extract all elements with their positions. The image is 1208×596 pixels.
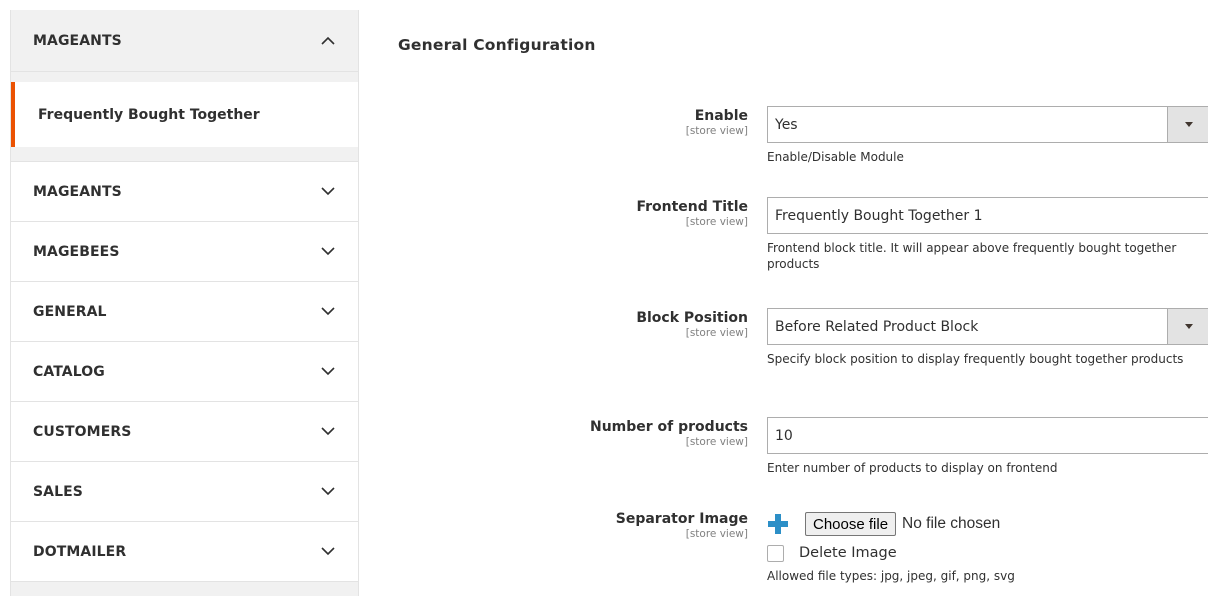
tab-sales[interactable]: SALES	[11, 462, 358, 522]
tab-label: DOTMAILER	[33, 543, 127, 560]
field-note: Enter number of products to display on f…	[767, 461, 1058, 475]
tab-label: MAGEANTS	[33, 183, 122, 200]
delete-image-option: Delete Image	[767, 543, 1208, 563]
chevron-down-icon	[320, 364, 336, 380]
field-note: Enable/Disable Module	[767, 150, 904, 164]
tab-mageants[interactable]: MAGEANTS	[11, 162, 358, 222]
tab-dotmailer[interactable]: DOTMAILER	[11, 522, 358, 582]
file-status: No file chosen	[902, 515, 1001, 532]
field-control: Yes Enable/Disable Module	[767, 106, 1208, 165]
field-scope: [store view]	[685, 125, 748, 137]
chevron-up-icon	[320, 33, 336, 49]
tab-mageants-items: Frequently Bought Together	[11, 72, 358, 162]
plus-icon	[767, 513, 789, 535]
field-note: Allowed file types: jpg, jpeg, gif, png,…	[767, 569, 1015, 583]
sidebar-item-frequently-bought-together[interactable]: Frequently Bought Together	[11, 82, 358, 147]
chevron-down-icon	[320, 304, 336, 320]
field-scope: [store view]	[685, 436, 748, 448]
field-label-group: Enable [store view]	[686, 108, 748, 137]
chevron-down-icon	[320, 244, 336, 260]
select-value: Before Related Product Block	[775, 318, 979, 335]
chevron-down-icon	[320, 184, 336, 200]
field-scope: [store view]	[685, 327, 748, 339]
chevron-down-icon	[320, 424, 336, 440]
section-title[interactable]: General Configuration	[398, 36, 596, 54]
field-label: Number of products	[589, 419, 748, 435]
field-scope: [store view]	[685, 528, 748, 540]
config-sidebar: MAGEANTS Frequently Bought Together MAGE…	[10, 10, 359, 596]
tab-label: MAGEBEES	[33, 243, 120, 260]
enable-select[interactable]: Yes	[767, 106, 1208, 143]
field-label-group: Frontend Title [store view]	[636, 199, 748, 228]
select-value: Yes	[775, 116, 798, 133]
chevron-down-icon	[320, 544, 336, 560]
block-position-select[interactable]: Before Related Product Block	[767, 308, 1208, 345]
tab-customers[interactable]: CUSTOMERS	[11, 402, 358, 462]
field-scope: [store view]	[685, 216, 748, 228]
field-control: Frequently Bought Together 1 Frontend bl…	[767, 197, 1208, 272]
field-control: 10 Enter number of products to display o…	[767, 417, 1208, 476]
field-control: Choose file No file chosen Delete Image …	[767, 511, 1208, 584]
number-of-products-input[interactable]: 10	[767, 417, 1208, 454]
tab-mageants-open[interactable]: MAGEANTS	[11, 10, 358, 72]
tab-catalog[interactable]: CATALOG	[11, 342, 358, 402]
field-note: Specify block position to display freque…	[767, 352, 1184, 366]
field-label: Separator Image	[615, 511, 748, 527]
field-label-group: Number of products [store view]	[590, 419, 748, 448]
tab-label: GENERAL	[33, 303, 107, 320]
field-control: Before Related Product Block Specify blo…	[767, 308, 1208, 367]
choose-file-button[interactable]: Choose file	[805, 512, 897, 536]
field-note: Frontend block title. It will appear abo…	[767, 241, 1177, 271]
field-label: Block Position	[636, 310, 748, 326]
delete-image-checkbox[interactable]	[767, 544, 784, 562]
field-label: Frontend Title	[636, 199, 748, 215]
delete-image-label[interactable]: Delete Image	[799, 545, 897, 561]
frontend-title-input[interactable]: Frequently Bought Together 1	[767, 197, 1208, 234]
tab-magebees[interactable]: MAGEBEES	[11, 222, 358, 282]
field-label-group: Separator Image [store view]	[616, 511, 748, 540]
chevron-down-icon	[320, 484, 336, 500]
tab-label: CUSTOMERS	[33, 423, 132, 440]
field-label: Enable	[694, 108, 748, 124]
tab-general[interactable]: GENERAL	[11, 282, 358, 342]
sidebar-item-label: Frequently Bought Together	[38, 106, 260, 123]
dropdown-arrow-icon	[1167, 309, 1208, 344]
tab-label: SALES	[33, 483, 83, 500]
tab-label: MAGEANTS	[33, 32, 122, 49]
field-label-group: Block Position [store view]	[636, 310, 748, 339]
dropdown-arrow-icon	[1167, 107, 1208, 142]
tab-label: CATALOG	[33, 363, 105, 380]
file-upload: Choose file No file chosen	[767, 511, 1208, 537]
